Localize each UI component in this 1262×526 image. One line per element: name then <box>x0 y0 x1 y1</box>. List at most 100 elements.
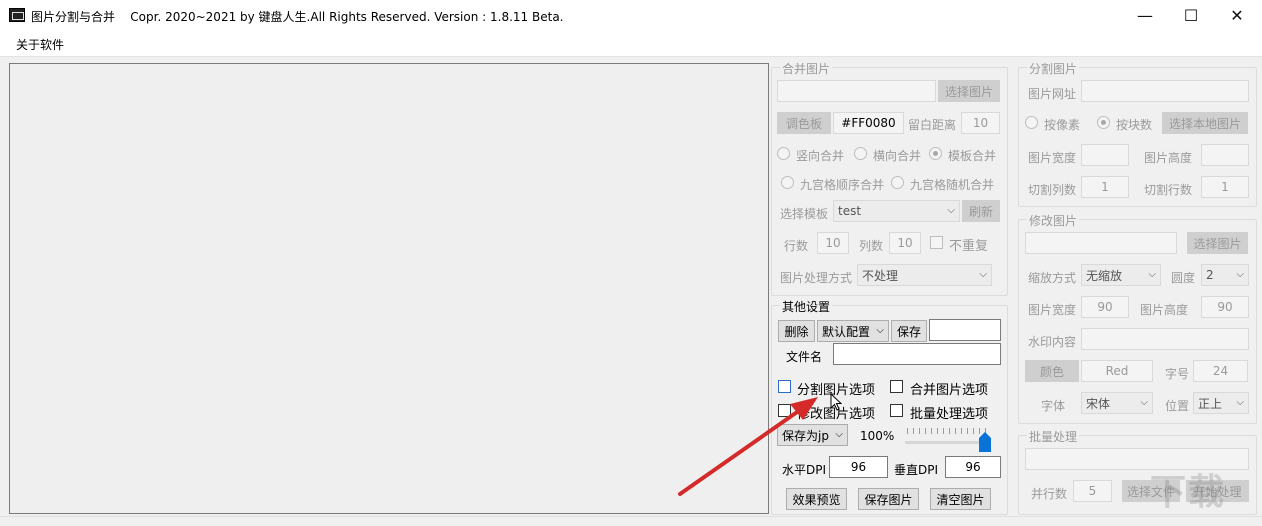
merge-path-input[interactable] <box>777 80 936 102</box>
status-bar <box>0 516 1262 526</box>
chevron-down-icon: ⌵ <box>1236 397 1244 408</box>
radio-by-block[interactable] <box>1097 116 1110 129</box>
choose-template-label: 选择模板 <box>780 207 829 221</box>
font-size-input[interactable]: 24 <box>1193 360 1248 382</box>
split-cols-input[interactable]: 1 <box>1081 176 1129 198</box>
vdpi-input[interactable]: 96 <box>945 456 1001 478</box>
menu-bar: 关于软件 <box>0 31 1262 57</box>
position-label: 位置 <box>1165 399 1190 413</box>
rows-label: 行数 <box>784 239 809 253</box>
hdpi-input[interactable]: 96 <box>829 456 888 478</box>
horizontal-merge-label: 横向合并 <box>873 149 922 163</box>
watermark-color-input[interactable]: Red <box>1081 360 1153 382</box>
modify-path-input[interactable] <box>1025 232 1177 254</box>
template-select-value: test <box>838 204 862 218</box>
split-cols-label: 切割列数 <box>1028 183 1077 197</box>
parallel-input[interactable]: 5 <box>1073 480 1112 502</box>
split-width-label: 图片宽度 <box>1028 151 1077 165</box>
url-input[interactable] <box>1081 80 1249 102</box>
other-settings-title: 其他设置 <box>780 298 833 315</box>
watermark-color-button[interactable]: 颜色 <box>1025 360 1079 382</box>
filename-label: 文件名 <box>786 350 823 364</box>
save-format-select[interactable]: 保存为jp ⌵ <box>777 424 848 446</box>
template-merge-label: 模板合并 <box>948 149 997 163</box>
title-bar: 图片分割与合并 Copr. 2020~2021 by 键盘人生.All Righ… <box>0 0 1262 31</box>
parallel-label: 并行数 <box>1031 487 1068 501</box>
filename-input[interactable] <box>833 343 1001 365</box>
font-label: 字体 <box>1041 399 1066 413</box>
batch-option-label: 批量处理选项 <box>910 407 989 422</box>
refresh-button[interactable]: 刷新 <box>962 200 1000 222</box>
maximize-icon: ☐ <box>1183 6 1199 25</box>
merge-option-label: 合并图片选项 <box>910 383 989 398</box>
chevron-down-icon: ⌵ <box>1236 269 1244 280</box>
font-select[interactable]: 宋体 ⌵ <box>1081 392 1153 414</box>
margin-input[interactable]: 10 <box>961 112 1000 134</box>
close-button[interactable]: ✕ <box>1214 0 1260 31</box>
app-name: 图片分割与合并 <box>31 10 116 24</box>
preview-button[interactable]: 效果预览 <box>786 488 847 510</box>
save-image-button[interactable]: 保存图片 <box>858 488 919 510</box>
clear-image-button[interactable]: 清空图片 <box>930 488 991 510</box>
split-width-input[interactable] <box>1081 144 1129 166</box>
split-rows-input[interactable]: 1 <box>1201 176 1249 198</box>
modify-width-input[interactable]: 90 <box>1081 296 1129 318</box>
chevron-down-icon: ⌵ <box>1148 269 1156 280</box>
close-icon: ✕ <box>1230 6 1244 25</box>
vertical-merge-label: 竖向合并 <box>796 149 845 163</box>
radio-vertical-merge[interactable] <box>777 147 790 160</box>
watermark-content-input[interactable] <box>1081 328 1249 350</box>
process-mode-select[interactable]: 不处理 ⌵ <box>857 264 992 286</box>
modify-select-image-button[interactable]: 选择图片 <box>1187 232 1248 254</box>
minimize-icon: — <box>1137 6 1153 25</box>
merge-group-title: 合并图片 <box>780 60 833 77</box>
select-local-image-button[interactable]: 选择本地图片 <box>1162 112 1248 134</box>
rotate-select[interactable]: 2 ⌵ <box>1201 264 1249 286</box>
watermark-content-label: 水印内容 <box>1028 335 1077 349</box>
save-format-value: 保存为jp <box>782 428 829 443</box>
batch-option-checkbox[interactable] <box>890 404 903 417</box>
scale-select[interactable]: 无缩放 ⌵ <box>1081 264 1161 286</box>
mouse-cursor-icon <box>830 393 842 411</box>
radio-template-merge[interactable] <box>929 147 942 160</box>
cols-input[interactable]: 10 <box>889 232 921 254</box>
radio-by-pixel[interactable] <box>1025 116 1038 129</box>
maximize-button[interactable]: ☐ <box>1168 0 1214 31</box>
process-mode-label: 图片处理方式 <box>780 271 853 285</box>
radio-grid-random[interactable] <box>891 176 904 189</box>
cols-label: 列数 <box>859 239 884 253</box>
position-select[interactable]: 正上 ⌵ <box>1193 392 1249 414</box>
radio-horizontal-merge[interactable] <box>854 147 867 160</box>
menu-about[interactable]: 关于软件 <box>16 36 64 53</box>
save-config-button[interactable]: 保存 <box>891 320 927 342</box>
hdpi-label: 水平DPI <box>782 463 827 477</box>
palette-button[interactable]: 调色板 <box>777 112 831 134</box>
rows-input[interactable]: 10 <box>817 232 849 254</box>
chevron-down-icon: ⌵ <box>1140 397 1148 408</box>
template-select[interactable]: test ⌵ <box>833 200 960 222</box>
scale-label: 缩放方式 <box>1028 271 1077 285</box>
quality-slider-track[interactable] <box>905 441 991 444</box>
modify-option-checkbox[interactable] <box>778 404 791 417</box>
merge-option-checkbox[interactable] <box>890 380 903 393</box>
modify-height-input[interactable]: 90 <box>1201 296 1249 318</box>
split-group-title: 分割图片 <box>1027 60 1080 77</box>
split-option-checkbox[interactable] <box>778 380 791 393</box>
merge-color-input[interactable]: #FF0080 <box>833 112 904 134</box>
rotate-select-value: 2 <box>1206 268 1214 282</box>
split-height-input[interactable] <box>1201 144 1249 166</box>
position-select-value: 正上 <box>1198 396 1223 411</box>
config-name-input[interactable] <box>929 319 1001 341</box>
image-canvas[interactable] <box>9 63 769 514</box>
split-height-label: 图片高度 <box>1144 151 1193 165</box>
config-select[interactable]: 默认配置 ⌵ <box>817 320 889 342</box>
delete-config-button[interactable]: 删除 <box>778 320 815 342</box>
by-pixel-label: 按像素 <box>1044 118 1081 132</box>
radio-grid-sequential[interactable] <box>781 176 794 189</box>
no-repeat-label: 不重复 <box>949 239 989 254</box>
minimize-button[interactable]: — <box>1122 0 1168 31</box>
vdpi-label: 垂直DPI <box>894 463 939 477</box>
no-repeat-checkbox[interactable] <box>930 236 943 249</box>
merge-select-image-button[interactable]: 选择图片 <box>938 80 1000 102</box>
quality-slider-ticks <box>907 428 991 434</box>
